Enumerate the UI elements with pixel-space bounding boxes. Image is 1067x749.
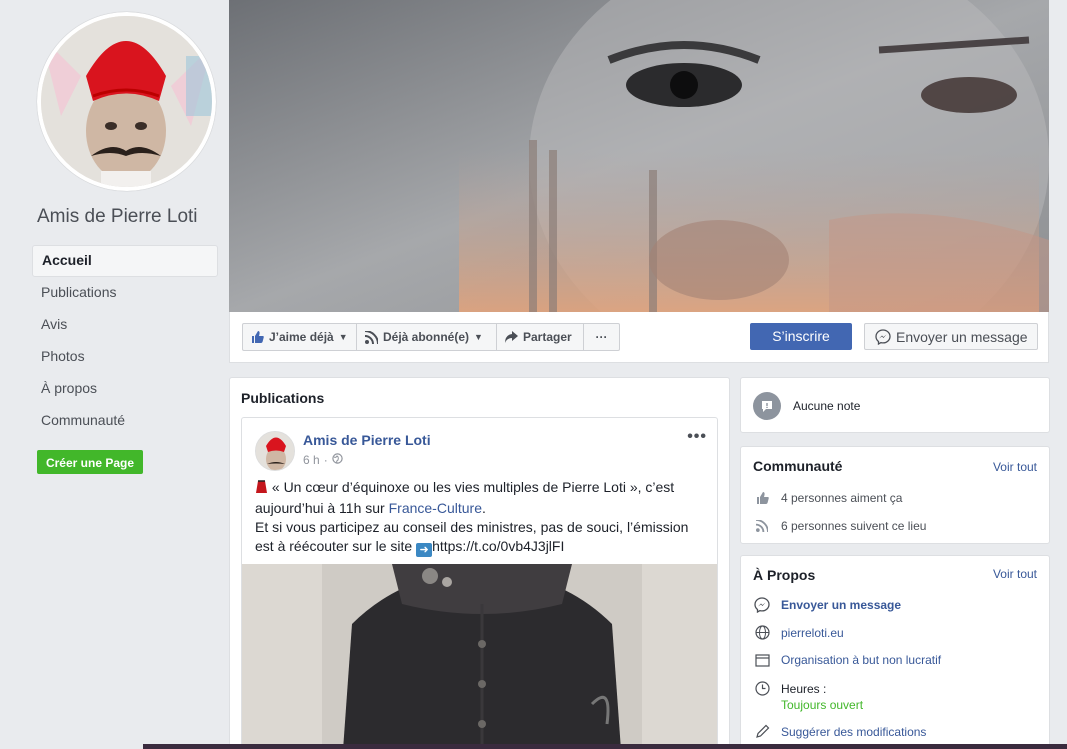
post-author[interactable]: Amis de Pierre Loti — [303, 432, 431, 448]
community-follows-text[interactable]: 6 personnes suivent ce lieu — [781, 519, 926, 533]
about-suggest-link[interactable]: Suggérer des modifications — [781, 725, 926, 739]
nav-item-a-propos[interactable]: À propos — [32, 373, 218, 405]
nav-item-publications[interactable]: Publications — [32, 277, 218, 309]
follow-button[interactable]: Déjà abonné(e) ▼ — [356, 323, 497, 351]
like-button[interactable]: J’aime déjà ▼ — [242, 323, 357, 351]
community-likes-text[interactable]: 4 personnes aiment ça — [781, 491, 902, 505]
rss-icon — [753, 520, 771, 532]
about-card: À Propos Voir tout Envoyer un message pi… — [740, 555, 1050, 749]
clock-icon — [753, 681, 771, 696]
nav-item-photos[interactable]: Photos — [32, 341, 218, 373]
category-tag-icon — [753, 653, 771, 667]
about-hours-row: Heures : Toujours ouvert — [753, 681, 863, 713]
about-category-row: Organisation à but non lucratif — [753, 653, 941, 667]
post-card: Amis de Pierre Loti 6 h · ••• « Un cœur … — [241, 417, 718, 748]
rss-icon — [365, 330, 378, 344]
post-text-part2: . — [481, 500, 486, 516]
post-time[interactable]: 6 h — [303, 453, 320, 467]
cover-photo[interactable] — [229, 0, 1049, 312]
about-website-row: pierreloti.eu — [753, 625, 844, 640]
profile-picture[interactable] — [37, 12, 216, 191]
publications-title: Publications — [241, 390, 325, 406]
caret-down-icon: ▼ — [338, 332, 348, 342]
post-text-link[interactable]: France-Culture — [389, 500, 482, 516]
community-card: Communauté Voir tout 4 personnes aiment … — [740, 446, 1050, 544]
about-website-link[interactable]: pierreloti.eu — [781, 626, 844, 640]
notes-label: Aucune note — [793, 399, 861, 413]
signup-button[interactable]: S’inscrire — [750, 323, 852, 350]
bottom-chat-bar — [143, 744, 1067, 749]
page-nav: Accueil Publications Avis Photos À propo… — [32, 245, 218, 437]
pencil-icon — [753, 724, 771, 739]
share-button[interactable]: Partager — [496, 323, 584, 351]
like-label: J’aime déjà — [269, 330, 334, 344]
create-page-button[interactable]: Créer une Page — [37, 450, 143, 474]
page-action-bar: J’aime déjà ▼ Déjà abonné(e) ▼ Partager … — [229, 312, 1049, 363]
messenger-icon — [753, 597, 771, 613]
publications-section: Publications Amis de Pierre Loti 6 h · •… — [229, 377, 730, 749]
more-options-button[interactable]: ··· — [583, 323, 620, 351]
nav-item-avis[interactable]: Avis — [32, 309, 218, 341]
nav-item-accueil[interactable]: Accueil — [32, 245, 218, 277]
notes-card: Aucune note — [740, 377, 1050, 433]
about-suggest-row: Suggérer des modifications — [753, 724, 926, 739]
send-message-button[interactable]: Envoyer un message — [864, 323, 1038, 350]
caret-down-icon: ▼ — [474, 332, 483, 342]
hours-label: Heures : — [781, 682, 827, 696]
note-speech-icon — [753, 392, 781, 420]
community-see-all-link[interactable]: Voir tout — [993, 460, 1037, 474]
about-message-row: Envoyer un message — [753, 597, 901, 613]
share-label: Partager — [523, 330, 572, 344]
about-category-link[interactable]: Organisation à but non lucratif — [781, 653, 941, 667]
messenger-icon — [875, 328, 891, 345]
more-icon: ··· — [595, 330, 608, 344]
notes-row: Aucune note — [753, 392, 860, 420]
nav-item-communaute[interactable]: Communauté — [32, 405, 218, 437]
post-timestamp: 6 h · — [303, 453, 343, 467]
post-text: « Un cœur d’équinoxe ou les vies multipl… — [255, 478, 705, 557]
community-title: Communauté — [753, 458, 843, 474]
about-see-all-link[interactable]: Voir tout — [993, 567, 1037, 581]
thumbs-up-icon — [753, 492, 771, 504]
post-options-button[interactable]: ••• — [687, 428, 707, 446]
fez-emoji-icon — [255, 480, 268, 499]
thumbs-up-icon — [251, 331, 264, 343]
community-follows-row: 6 personnes suivent ce lieu — [753, 519, 926, 533]
post-avatar[interactable] — [255, 431, 295, 471]
globe-icon — [331, 453, 343, 467]
avatar — [41, 16, 212, 187]
separator-dot: · — [323, 453, 328, 467]
about-title: À Propos — [753, 567, 816, 583]
follow-label: Déjà abonné(e) — [383, 330, 470, 344]
about-send-message-link[interactable]: Envoyer un message — [781, 598, 901, 612]
page-title: Amis de Pierre Loti — [37, 206, 198, 227]
left-sidebar: Amis de Pierre Loti Accueil Publications… — [0, 0, 229, 749]
send-message-label: Envoyer un message — [896, 328, 1028, 345]
share-arrow-icon — [505, 331, 518, 343]
community-likes-row: 4 personnes aiment ça — [753, 491, 902, 505]
globe-icon — [753, 625, 771, 640]
post-url[interactable]: https://t.co/0vb4J3jlFI — [432, 538, 564, 554]
post-image[interactable] — [242, 564, 717, 748]
hours-block: Heures : Toujours ouvert — [781, 681, 863, 713]
hours-value[interactable]: Toujours ouvert — [781, 697, 863, 713]
arrow-right-emoji-icon: ➜ — [416, 543, 433, 557]
